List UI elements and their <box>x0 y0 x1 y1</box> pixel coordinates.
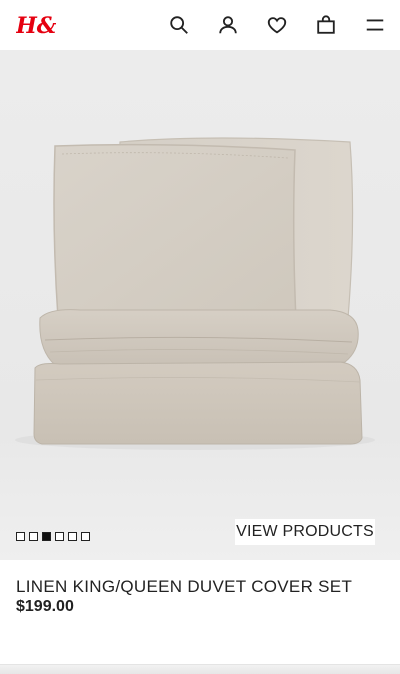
view-products-button[interactable]: VIEW PRODUCTS <box>235 519 375 545</box>
carousel-dot[interactable] <box>68 532 77 541</box>
search-icon[interactable] <box>167 13 191 37</box>
carousel-dot[interactable] <box>16 532 25 541</box>
product-hero-image[interactable] <box>0 50 400 560</box>
carousel-dot[interactable] <box>29 532 38 541</box>
bag-icon[interactable] <box>314 13 338 37</box>
account-icon[interactable] <box>216 13 240 37</box>
top-header: H&M <box>0 0 400 50</box>
logo-text: H&M <box>16 13 56 39</box>
bottom-divider <box>0 664 400 674</box>
product-price: $199.00 <box>16 598 74 615</box>
hm-logo[interactable]: H&M <box>15 9 82 39</box>
menu-icon[interactable] <box>363 13 387 37</box>
carousel-dot[interactable] <box>55 532 64 541</box>
carousel-dot-active[interactable] <box>42 532 51 541</box>
product-title[interactable]: LINEN KING/QUEEN DUVET COVER SET <box>16 577 352 597</box>
heart-icon[interactable] <box>265 13 289 37</box>
carousel-dot[interactable] <box>81 532 90 541</box>
carousel-indicators <box>16 532 90 542</box>
duvet-set-illustration <box>0 50 400 560</box>
